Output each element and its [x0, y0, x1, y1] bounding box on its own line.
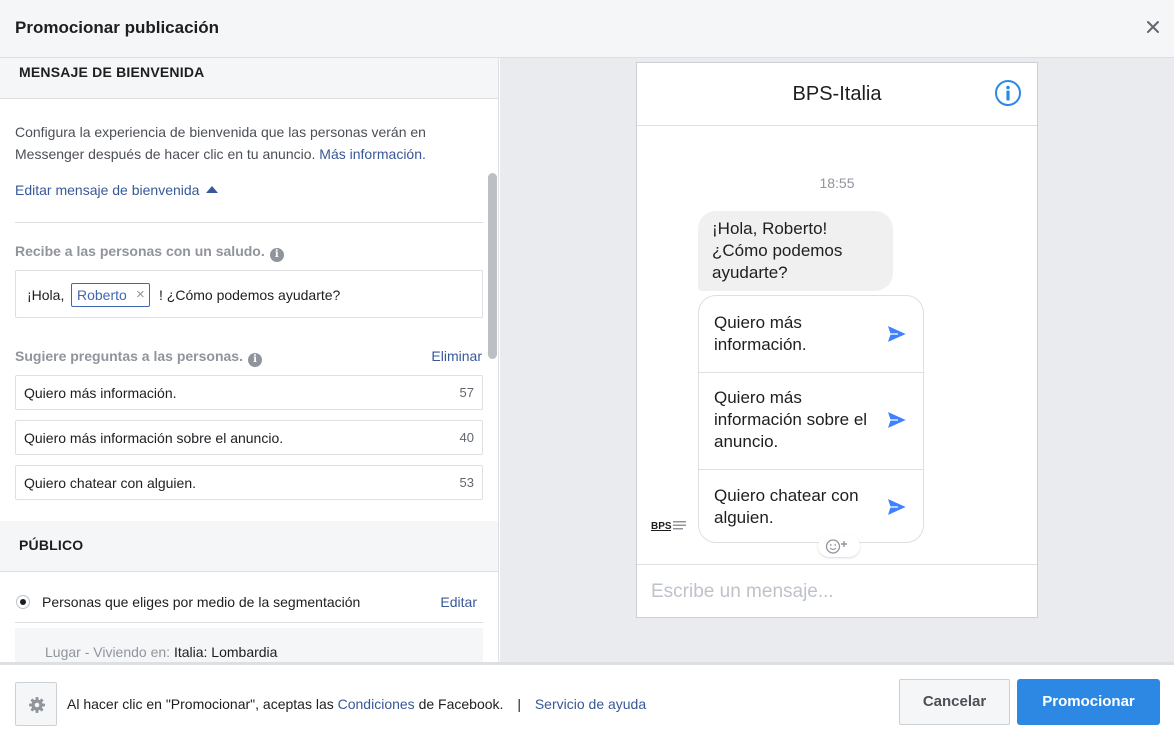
quick-reply[interactable]: Quiero más información sobre el anuncio.	[699, 372, 923, 469]
send-icon	[886, 497, 908, 517]
close-icon[interactable]	[1144, 18, 1162, 36]
divider	[15, 622, 483, 623]
send-icon	[886, 324, 908, 344]
promote-button[interactable]: Promocionar	[1017, 679, 1160, 725]
info-icon[interactable]: i	[247, 353, 262, 367]
audience-section-header: PÚBLICO	[0, 520, 498, 572]
legal-text: Al hacer clic en "Promocionar", aceptas …	[67, 696, 647, 712]
send-icon	[886, 410, 908, 430]
settings-button[interactable]	[15, 682, 57, 726]
caret-up-icon	[206, 186, 219, 193]
terms-link[interactable]: Condiciones	[338, 696, 415, 712]
welcome-section-title: MENSAJE DE BIENVENIDA	[19, 64, 205, 80]
smiley-add-icon	[825, 539, 847, 554]
location-value: Italia: Lombardia	[173, 644, 278, 660]
delete-questions-link[interactable]: Eliminar	[431, 348, 482, 364]
first-name-tag[interactable]: Roberto ×	[71, 283, 150, 307]
dialog-header: Promocionar publicación	[0, 0, 1174, 58]
quick-reply[interactable]: Quiero chatear con alguien.	[699, 469, 923, 542]
quick-reply[interactable]: Quiero más información.	[699, 296, 923, 372]
quick-replies: Quiero más información. Quiero más infor…	[698, 295, 924, 543]
questions-label: Sugiere preguntas a las personas. i	[15, 348, 262, 367]
welcome-description: Configura la experiencia de bienvenida q…	[15, 124, 426, 162]
chat-header: BPS-Italia	[637, 63, 1037, 126]
location-summary: Lugar - Viviendo en: Italia: Lombardia	[15, 628, 483, 662]
greeting-input[interactable]: ¡Hola, Roberto × ! ¿Cómo podemos ayudart…	[15, 270, 483, 318]
edit-audience-link[interactable]: Editar	[440, 594, 477, 610]
message-composer	[637, 564, 1037, 617]
info-circle-icon[interactable]	[994, 79, 1022, 107]
segmentation-radio[interactable]	[16, 595, 30, 609]
gear-icon	[29, 697, 45, 713]
greeting-bubble: ¡Hola, Roberto! ¿Cómo podemos ayudarte?	[698, 211, 893, 291]
settings-panel: MENSAJE DE BIENVENIDA Configura la exper…	[0, 58, 499, 662]
question-input[interactable]: Quiero chatear con alguien. 53	[15, 465, 483, 500]
char-count: 40	[459, 430, 474, 445]
more-info-link[interactable]: Más información.	[319, 146, 426, 162]
greeting-label: Recibe a las personas con un saludo. i	[15, 243, 284, 262]
cancel-button[interactable]: Cancelar	[899, 679, 1010, 725]
message-timestamp: 18:55	[819, 175, 855, 191]
greeting-text-before: ¡Hola,	[27, 287, 65, 303]
separator: |	[517, 696, 521, 712]
messenger-preview: BPS-Italia 18:55 ¡Hola, Roberto! ¿Cómo p…	[636, 62, 1038, 618]
greeting-text-after: ! ¿Cómo podemos ayudarte?	[159, 287, 341, 303]
messenger-preview-area: BPS-Italia 18:55 ¡Hola, Roberto! ¿Cómo p…	[500, 58, 1174, 662]
dialog-title: Promocionar publicación	[15, 18, 220, 37]
question-input[interactable]: Quiero más información sobre el anuncio.…	[15, 420, 483, 455]
edit-welcome-toggle[interactable]: Editar mensaje de bienvenida	[15, 182, 219, 198]
audience-section-title: PÚBLICO	[19, 537, 84, 553]
divider	[15, 222, 483, 223]
page-name: BPS-Italia	[792, 83, 882, 105]
char-count: 57	[459, 385, 474, 400]
char-count: 53	[459, 475, 474, 490]
dialog-footer: Al hacer clic en "Promocionar", aceptas …	[0, 662, 1174, 739]
scrollbar[interactable]	[488, 173, 497, 359]
page-logo: BPS	[651, 521, 686, 532]
welcome-section-header: MENSAJE DE BIENVENIDA	[0, 58, 498, 99]
remove-tag-icon[interactable]: ×	[136, 284, 145, 306]
message-input[interactable]	[651, 579, 1021, 605]
emoji-reaction-button[interactable]	[818, 535, 860, 557]
help-center-link[interactable]: Servicio de ayuda	[535, 696, 646, 712]
info-icon[interactable]: i	[269, 248, 284, 262]
segmentation-label: Personas que eliges por medio de la segm…	[42, 594, 361, 610]
question-input[interactable]: Quiero más información. 57	[15, 375, 483, 410]
